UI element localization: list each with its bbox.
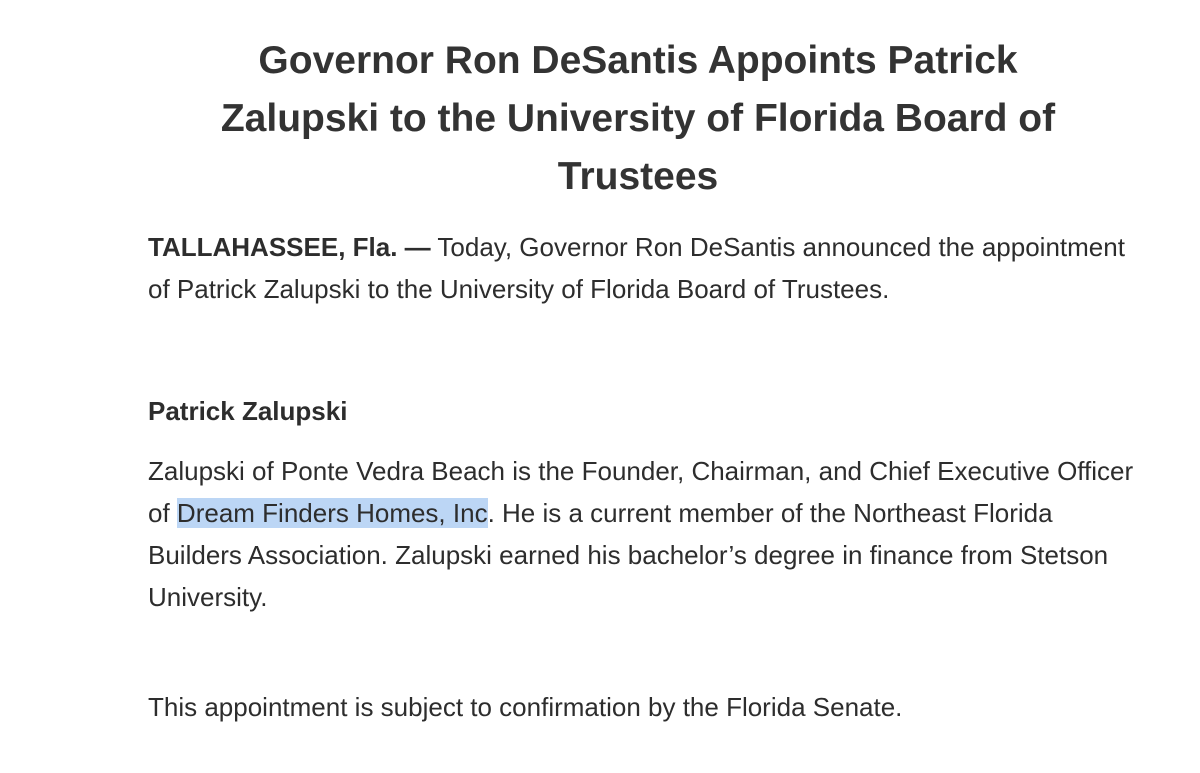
title-line-2: Zalupski to the University of Florida Bo… [220, 97, 1056, 140]
dateline: TALLAHASSEE, Fla. — [148, 232, 431, 262]
intro-paragraph: TALLAHASSEE, Fla. — Today, Governor Ron … [148, 226, 1148, 310]
press-release-page: Governor Ron DeSantis Appoints Patrick Z… [0, 0, 1200, 773]
bio-paragraph: Zalupski of Ponte Vedra Beach is the Fou… [148, 450, 1148, 618]
selected-text-highlight[interactable]: Dream Finders Homes, Inc [176, 498, 488, 528]
title-line-3: Trustees [557, 155, 719, 198]
press-release-title: Governor Ron DeSantis Appoints Patrick Z… [120, 32, 1156, 206]
title-line-1: Governor Ron DeSantis Appoints Patrick [258, 39, 1018, 82]
appointee-heading: Patrick Zalupski [148, 396, 348, 426]
confirmation-note: This appointment is subject to confirmat… [148, 692, 903, 722]
